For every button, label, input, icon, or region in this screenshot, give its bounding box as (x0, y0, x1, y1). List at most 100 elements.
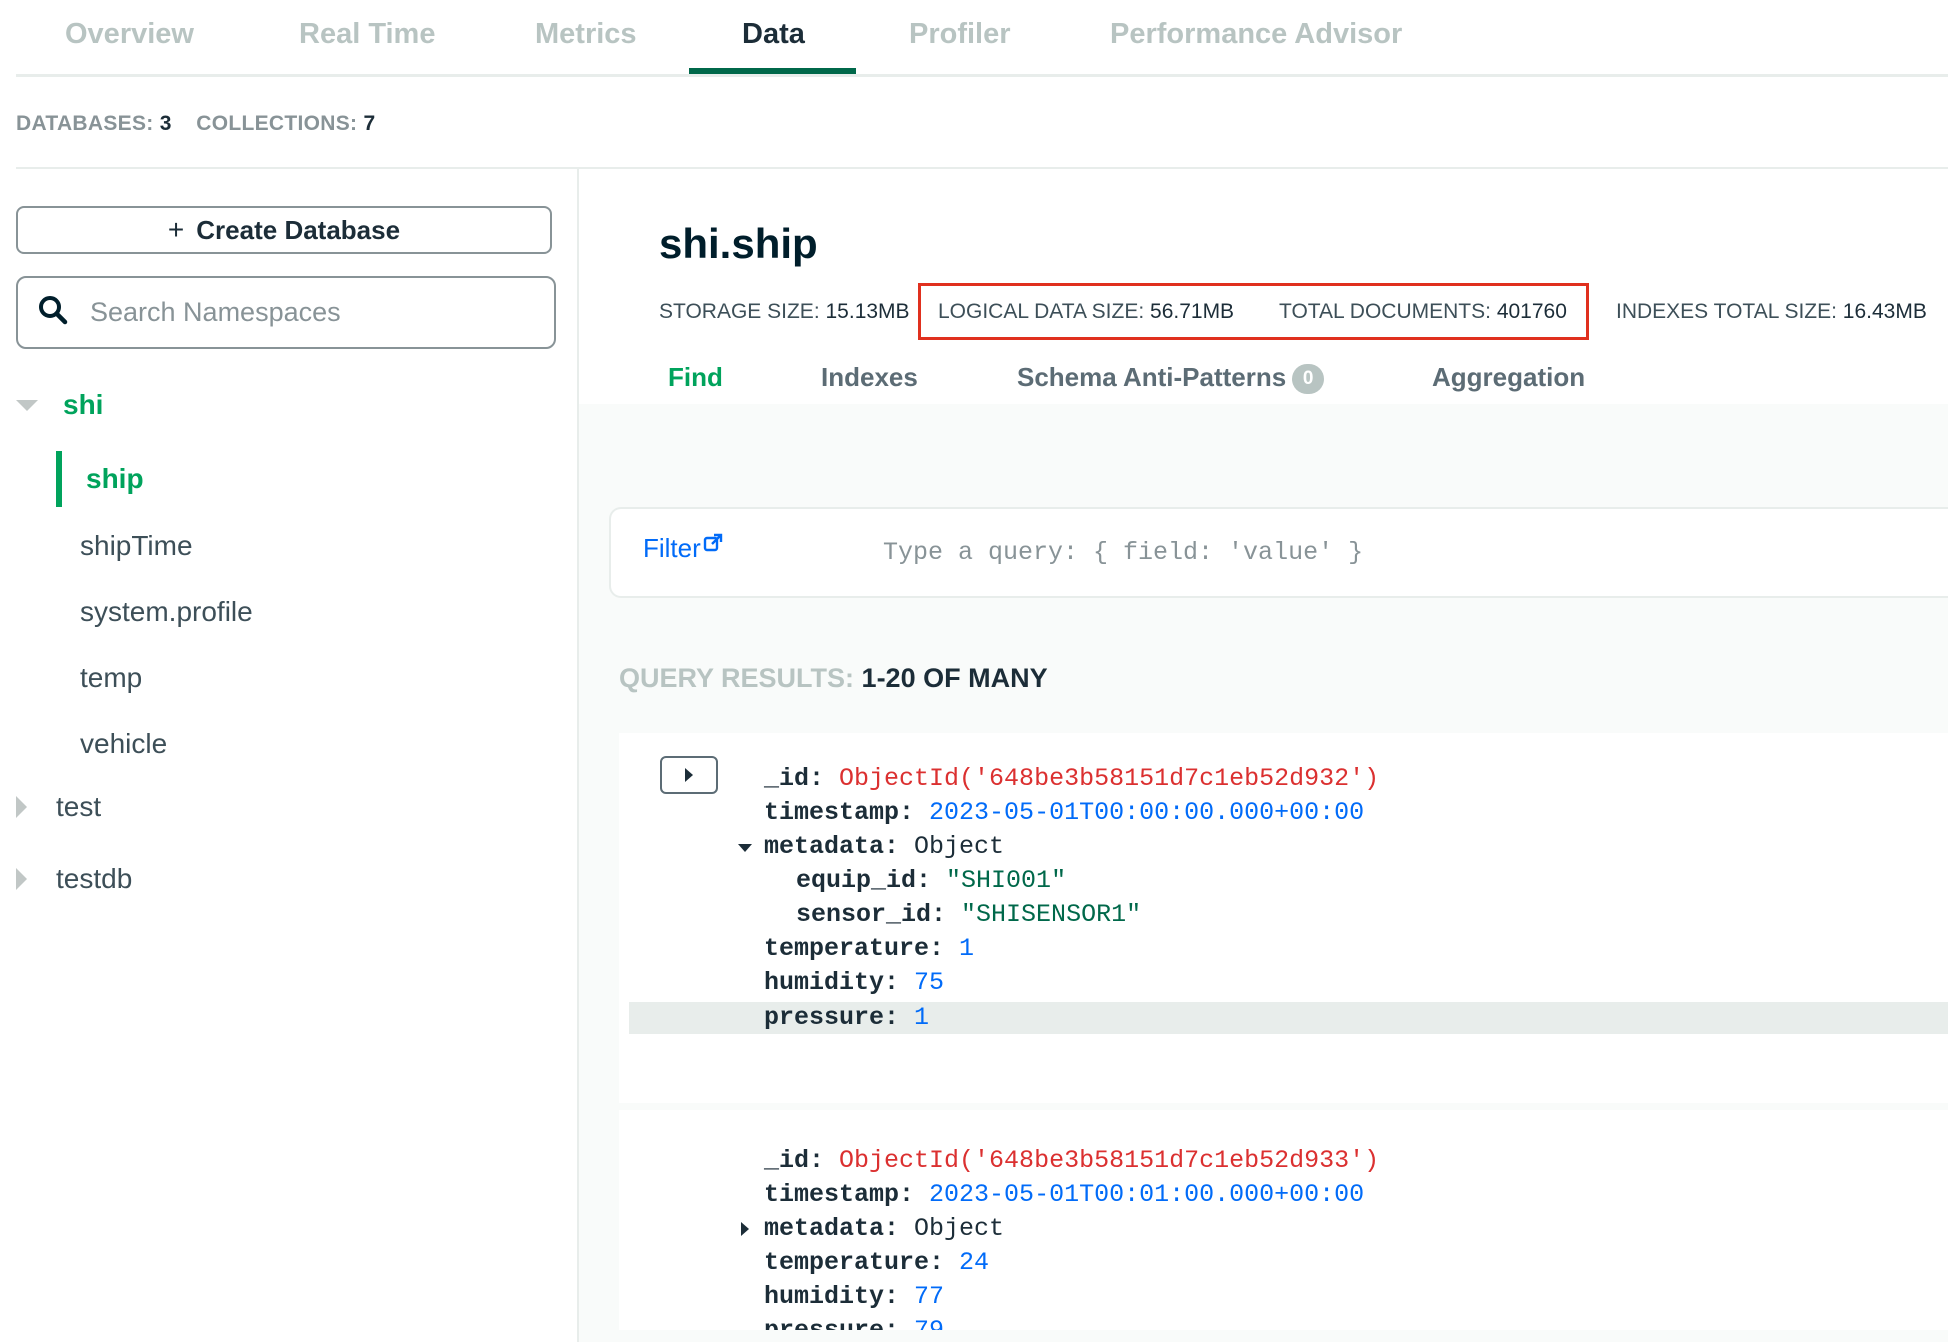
field-key: pressure: (764, 1316, 899, 1330)
field-key: equip_id: (796, 866, 932, 895)
field-row: _id: ObjectId('648be3b58151d7c1eb52d932'… (764, 762, 1379, 796)
field-row: equip_id: "SHI001" (796, 864, 1066, 898)
subtab-indexes[interactable]: Indexes (821, 362, 918, 393)
query-results: QUERY RESULTS: 1-20 OF MANY (619, 663, 1048, 694)
field-value: 2023-05-01T00:00:00.000+00:00 (929, 798, 1365, 827)
subtab-find[interactable]: Find (668, 362, 723, 393)
field-value: 77 (914, 1282, 945, 1311)
storage-size-value: 15.13MB (825, 300, 910, 323)
field-key: pressure: (764, 1003, 900, 1032)
field-value: Object (914, 1214, 1005, 1243)
indexes-size-value: 16.43MB (1842, 300, 1927, 323)
field-key: humidity: (764, 968, 900, 997)
indexes-total-size: INDEXES TOTAL SIZE: 16.43MB (1616, 300, 1927, 324)
sidebar-db-shi[interactable]: shi (63, 389, 103, 421)
filter-label: Filter (643, 533, 701, 563)
filter-bar: Filter (609, 507, 1948, 598)
sidebar-db-test[interactable]: test (56, 791, 101, 823)
caret-down-icon[interactable] (16, 400, 38, 411)
storage-size-label: STORAGE SIZE: (659, 300, 820, 323)
plus-icon: + (167, 214, 185, 245)
field-row: pressure: 1 (764, 1001, 929, 1035)
tab-profiler[interactable]: Profiler (909, 18, 1011, 51)
tab-metrics[interactable]: Metrics (535, 18, 637, 51)
field-row: _id: ObjectId('648be3b58151d7c1eb52d933'… (764, 1144, 1379, 1178)
query-results-label: QUERY RESULTS: (619, 663, 855, 693)
field-row: metadata: Object (764, 830, 1004, 864)
tab-performance-advisor[interactable]: Performance Advisor (1110, 18, 1402, 51)
field-row: humidity: 77 (764, 1280, 944, 1314)
active-tab-indicator (689, 68, 856, 74)
field-value: ObjectId('648be3b58151d7c1eb52d932') (839, 764, 1380, 793)
field-value: 1 (959, 934, 975, 963)
databases-label: DATABASES: (16, 112, 154, 135)
field-value: 24 (959, 1248, 990, 1277)
collections-count: 7 (363, 112, 376, 135)
subtab-schema-anti-patterns[interactable]: Schema Anti-Patterns 0 (1017, 362, 1325, 395)
sidebar-collection-shiptime[interactable]: shipTime (80, 530, 193, 562)
tab-real-time[interactable]: Real Time (299, 18, 435, 51)
search-icon (38, 295, 68, 330)
top-tabbar: Overview Real Time Metrics Data Profiler… (16, 0, 1948, 77)
field-key: temperature: (764, 934, 945, 963)
filter-query-input[interactable] (881, 537, 1885, 568)
field-value: "SHISENSOR1" (961, 900, 1142, 929)
field-key: humidity: (764, 1282, 900, 1311)
expand-icon[interactable] (741, 1222, 749, 1236)
search-namespaces (16, 276, 556, 349)
field-row: humidity: 75 (764, 966, 944, 1000)
query-results-value: 1-20 OF MANY (861, 663, 1048, 693)
header-divider (16, 167, 1948, 169)
external-link-icon (701, 533, 723, 563)
field-key: sensor_id: (796, 900, 947, 929)
collapse-icon[interactable] (738, 844, 752, 852)
collection-title: shi.ship (659, 220, 818, 267)
active-collection-indicator (56, 451, 62, 507)
field-key: _id: (764, 1146, 825, 1175)
tab-overview[interactable]: Overview (65, 18, 194, 51)
field-value: 75 (914, 968, 945, 997)
field-key: temperature: (764, 1248, 945, 1277)
count-badge: 0 (1292, 364, 1325, 395)
field-key: _id: (764, 764, 825, 793)
sidebar-collection-ship[interactable]: ship (86, 463, 144, 495)
field-value: ObjectId('648be3b58151d7c1eb52d933') (839, 1146, 1380, 1175)
field-value: "SHI001" (946, 866, 1067, 895)
sidebar-collection-vehicle[interactable]: vehicle (80, 728, 167, 760)
search-input[interactable] (88, 296, 532, 329)
field-row: timestamp: 2023-05-01T00:00:00.000+00:00 (764, 796, 1364, 830)
collections-label: COLLECTIONS: (196, 112, 358, 135)
caret-right-icon[interactable] (16, 796, 27, 818)
highlight-box (918, 283, 1589, 340)
subtab-aggregation[interactable]: Aggregation (1432, 362, 1585, 393)
play-icon (685, 768, 693, 782)
filter-link[interactable]: Filter (643, 533, 723, 564)
caret-right-icon[interactable] (16, 868, 27, 890)
sidebar-db-testdb[interactable]: testdb (56, 863, 132, 895)
field-key: timestamp: (764, 1180, 915, 1209)
create-database-button[interactable]: + Create Database (16, 206, 552, 254)
indexes-size-label: INDEXES TOTAL SIZE: (1616, 300, 1837, 323)
field-row: metadata: Object (764, 1212, 1004, 1246)
field-value: 2023-05-01T00:01:00.000+00:00 (929, 1180, 1365, 1209)
subtab-schema-label: Schema Anti-Patterns (1017, 362, 1287, 392)
field-key: timestamp: (764, 798, 915, 827)
expand-document-button[interactable] (660, 756, 718, 794)
field-row: temperature: 24 (764, 1246, 989, 1280)
field-key: metadata: (764, 832, 900, 861)
sidebar-collection-temp[interactable]: temp (80, 662, 142, 694)
field-row: temperature: 1 (764, 932, 974, 966)
sidebar-collection-system-profile[interactable]: system.profile (80, 596, 253, 628)
field-value: 1 (914, 1003, 930, 1032)
storage-size: STORAGE SIZE: 15.13MB (659, 300, 910, 324)
databases-count: 3 (159, 112, 172, 135)
field-row: timestamp: 2023-05-01T00:01:00.000+00:00 (764, 1178, 1364, 1212)
field-value: Object (914, 832, 1005, 861)
document-card: _id: ObjectId('648be3b58151d7c1eb52d933'… (619, 1110, 1948, 1330)
field-row: sensor_id: "SHISENSOR1" (796, 898, 1141, 932)
field-value: 79 (914, 1316, 944, 1330)
field-key: metadata: (764, 1214, 900, 1243)
tab-data[interactable]: Data (742, 18, 805, 51)
field-row: pressure: 79 (764, 1314, 944, 1330)
cluster-stats: DATABASES: 3 COLLECTIONS: 7 (16, 112, 375, 136)
